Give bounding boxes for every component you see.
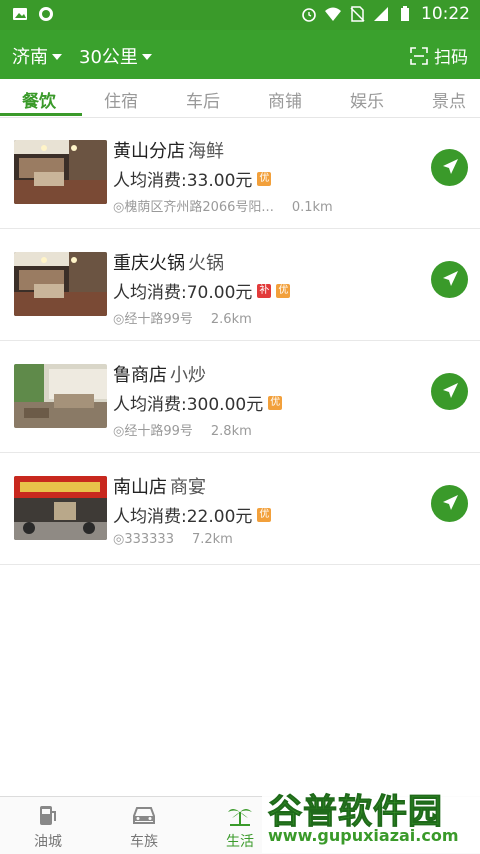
store-photo: [14, 364, 107, 428]
navigate-button[interactable]: [431, 149, 468, 186]
alarm-icon: [302, 8, 316, 22]
location-pin-icon: ◎: [113, 200, 125, 215]
avg-spend: 人均消费:33.00元: [113, 171, 253, 191]
discount-badge: 优: [268, 395, 283, 410]
discount-badge: 优: [257, 507, 272, 522]
store-name: 重庆火锅: [113, 253, 185, 274]
distance-label: 30公里: [79, 47, 138, 68]
subsidy-badge: 补: [257, 283, 272, 298]
store-distance: 2.8km: [210, 424, 252, 439]
location-pin-icon: ◎: [113, 532, 125, 547]
car-icon: [133, 807, 155, 824]
status-bar: 10:22: [0, 0, 480, 30]
city-label: 济南: [12, 47, 48, 68]
navigate-button[interactable]: [431, 373, 468, 410]
navigate-button[interactable]: [431, 485, 468, 522]
store-category: 小炒: [170, 365, 206, 386]
battery-icon: [401, 6, 409, 21]
avg-spend: 人均消费:300.00元: [113, 395, 264, 415]
app-notification-icon: [39, 7, 53, 21]
store-address: 槐荫区齐州路2066号阳...: [124, 200, 274, 215]
tab-entertainment[interactable]: 娱乐: [350, 87, 384, 112]
avg-spend-line: 人均消费:22.00元 优: [113, 502, 272, 527]
store-name: 黄山分店: [113, 141, 185, 162]
no-sim-icon: [350, 6, 365, 22]
address-line: ◎经十路99号 2.8km: [113, 420, 252, 439]
list-item[interactable]: 鲁商店 小炒 人均消费:300.00元 优 ◎经十路99号 2.8km: [0, 341, 480, 453]
store-name-line: 重庆火锅 火锅: [113, 249, 224, 275]
store-photo: [14, 140, 107, 204]
tab-lodging[interactable]: 住宿: [104, 87, 138, 112]
scan-button[interactable]: 扫码: [410, 43, 468, 68]
store-category: 商宴: [170, 477, 206, 498]
store-distance: 2.6km: [210, 312, 252, 327]
store-photo: [14, 476, 107, 540]
chevron-down-icon: [141, 54, 152, 60]
avg-spend-line: 人均消费:33.00元 优: [113, 166, 272, 191]
store-address: 经十路99号: [124, 424, 193, 439]
tab-dining[interactable]: 餐饮: [22, 87, 56, 112]
discount-badge: 优: [257, 171, 272, 186]
wifi-icon: [325, 7, 341, 21]
nav-tab-label: 油城: [34, 834, 62, 850]
tab-scenic-spots[interactable]: 景点: [432, 87, 466, 112]
store-name-line: 鲁商店 小炒: [113, 361, 206, 387]
navigation-arrow-icon: [443, 159, 458, 174]
avg-spend-line: 人均消费:300.00元 优: [113, 390, 283, 415]
navigate-button[interactable]: [431, 261, 468, 298]
store-photo: [14, 252, 107, 316]
scan-label: 扫码: [434, 48, 468, 68]
image-icon: [13, 8, 27, 20]
store-name: 南山店: [113, 477, 167, 498]
signal-icon: [374, 7, 388, 21]
avg-spend: 人均消费:22.00元: [113, 507, 253, 527]
navigation-arrow-icon: [443, 383, 458, 398]
active-tab-indicator: [0, 113, 82, 116]
store-distance: 0.1km: [291, 200, 333, 215]
watermark-url: www.gupuxiazai.com: [268, 826, 459, 845]
address-line: ◎槐荫区齐州路2066号阳... 0.1km: [113, 196, 333, 215]
store-address: 经十路99号: [124, 312, 193, 327]
avg-spend: 人均消费:70.00元: [113, 283, 253, 303]
store-category: 火锅: [188, 253, 224, 274]
gas-station-icon: [40, 806, 56, 825]
navigation-arrow-icon: [443, 271, 458, 286]
watermark: 谷普软件园 www.gupuxiazai.com: [262, 778, 480, 853]
chevron-down-icon: [52, 54, 62, 60]
store-address: 333333: [124, 532, 174, 547]
nav-tab-car-club[interactable]: 车族: [96, 797, 192, 854]
navigation-arrow-icon: [443, 495, 458, 510]
status-time: 10:22: [421, 4, 470, 24]
store-category: 海鲜: [188, 141, 224, 162]
discount-badge: 优: [276, 283, 291, 298]
list-item[interactable]: 南山店 商宴 人均消费:22.00元 优 ◎333333 7.2km: [0, 453, 480, 565]
store-list: 黄山分店 海鲜 人均消费:33.00元 优 ◎槐荫区齐州路2066号阳... 0.1…: [0, 117, 480, 565]
address-line: ◎333333 7.2km: [113, 532, 233, 547]
app-bar: 济南 30公里 扫码: [0, 30, 480, 79]
nav-tab-label: 车族: [130, 834, 158, 850]
list-item[interactable]: 黄山分店 海鲜 人均消费:33.00元 优 ◎槐荫区齐州路2066号阳... 0.1…: [0, 117, 480, 229]
avg-spend-line: 人均消费:70.00元 补 优: [113, 278, 291, 303]
list-item[interactable]: 重庆火锅 火锅 人均消费:70.00元 补 优 ◎经十路99号 2.6km: [0, 229, 480, 341]
tab-shops[interactable]: 商铺: [268, 87, 302, 112]
store-name: 鲁商店: [113, 365, 167, 386]
scan-icon: [410, 46, 428, 65]
palm-tree-icon: [228, 809, 252, 826]
store-name-line: 南山店 商宴: [113, 473, 206, 499]
tab-car-service[interactable]: 车后: [186, 87, 220, 112]
store-name-line: 黄山分店 海鲜: [113, 137, 224, 163]
location-pin-icon: ◎: [113, 312, 125, 327]
location-pin-icon: ◎: [113, 424, 125, 439]
store-distance: 7.2km: [191, 532, 233, 547]
distance-selector[interactable]: 30公里: [79, 43, 152, 69]
nav-tab-oil-city[interactable]: 油城: [0, 797, 96, 854]
city-selector[interactable]: 济南: [12, 43, 62, 69]
address-line: ◎经十路99号 2.6km: [113, 308, 252, 327]
